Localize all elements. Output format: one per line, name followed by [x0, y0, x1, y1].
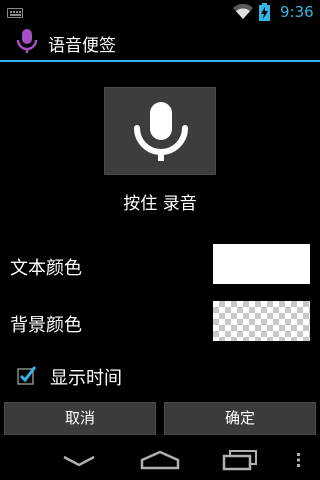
show-time-checkbox[interactable] [17, 365, 37, 385]
background-color-label: 背景颜色 [10, 315, 82, 336]
battery-charging-icon [259, 3, 270, 21]
record-button[interactable] [104, 87, 216, 175]
navigation-bar [0, 440, 320, 480]
keyboard-icon [7, 8, 23, 18]
text-color-swatch[interactable] [213, 244, 310, 284]
action-bar-divider [0, 60, 320, 62]
status-bar: 9:36 [0, 0, 320, 25]
back-icon[interactable] [62, 454, 96, 468]
status-clock: 9:36 [280, 3, 314, 21]
ok-button[interactable]: 确定 [164, 402, 316, 435]
cancel-button[interactable]: 取消 [4, 402, 156, 435]
app-title: 语音便签 [48, 36, 116, 56]
microphone-icon [134, 102, 188, 161]
action-bar: 语音便签 [0, 25, 320, 60]
record-hint-label: 按住 录音 [123, 194, 197, 214]
text-color-label: 文本颜色 [10, 258, 82, 279]
home-icon[interactable] [140, 450, 180, 470]
show-time-label: 显示时间 [50, 368, 122, 389]
wifi-icon [233, 4, 253, 19]
menu-icon[interactable] [296, 452, 302, 468]
recents-icon[interactable] [222, 449, 258, 471]
microphone-icon[interactable] [15, 28, 39, 56]
background-color-swatch[interactable] [213, 301, 310, 341]
